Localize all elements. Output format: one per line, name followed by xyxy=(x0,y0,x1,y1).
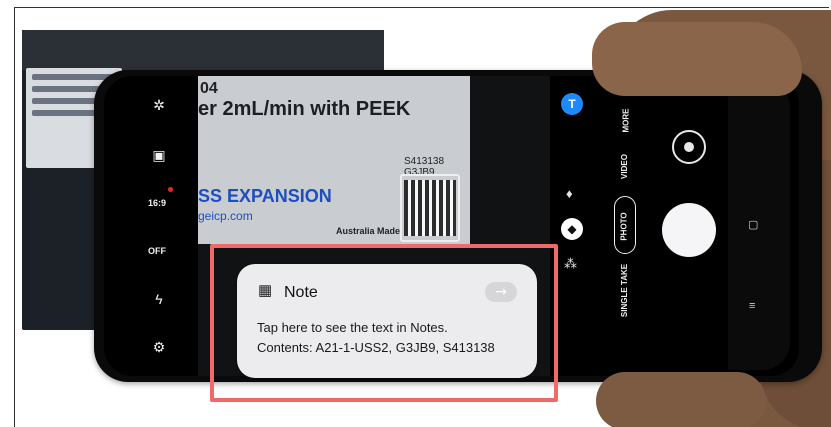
home-icon[interactable]: ▢ xyxy=(748,218,758,231)
shutter-button[interactable] xyxy=(662,203,716,257)
document-company: SS EXPANSION xyxy=(198,186,332,206)
filter-multi-icon[interactable]: ⁂ xyxy=(564,256,577,272)
settings-gear-icon[interactable]: ⚙ xyxy=(146,334,172,360)
thumb xyxy=(592,22,802,96)
aspect-ratio-label: 16:9 xyxy=(147,198,166,208)
document-tag: 04 xyxy=(200,80,218,97)
qr-detection-frame xyxy=(400,174,460,242)
finger xyxy=(596,372,766,427)
mode-single-take[interactable]: SINGLE TAKE xyxy=(620,264,629,317)
document-made: Australia Made xyxy=(336,226,401,236)
highlight-annotation xyxy=(210,244,558,402)
timer-button[interactable]: OFF xyxy=(144,238,170,264)
photo: 04 er 2mL/min with PEEK SS EXPANSION gei… xyxy=(0,0,831,427)
background-box-lid xyxy=(22,30,384,70)
text-scan-badge[interactable]: T xyxy=(561,93,583,115)
filter-selected-icon[interactable]: ◆ xyxy=(561,218,583,240)
scanned-document: 04 er 2mL/min with PEEK SS EXPANSION gei… xyxy=(198,76,470,244)
recording-indicator-icon xyxy=(168,187,173,192)
document-code: S413138 xyxy=(404,156,445,167)
document-website: geicp.com xyxy=(198,209,253,223)
switch-camera-icon xyxy=(684,142,694,152)
frame-border-top xyxy=(14,7,829,8)
motion-photo-icon[interactable]: ▣ xyxy=(146,142,172,168)
mode-photo[interactable]: PHOTO xyxy=(620,212,629,240)
recents-icon[interactable]: ≡ xyxy=(749,300,755,312)
mode-more[interactable]: MORE xyxy=(622,109,631,133)
document-heading: er 2mL/min with PEEK xyxy=(198,98,411,120)
filter-drop-icon[interactable]: ♦ xyxy=(566,186,573,201)
navigation-strip xyxy=(728,80,790,370)
aspect-ratio-button[interactable]: 16:9 xyxy=(144,190,170,216)
flash-off-icon[interactable]: ϟ xyxy=(146,286,172,312)
timer-label: OFF xyxy=(148,246,166,256)
sparkle-icon[interactable]: ✲ xyxy=(146,92,172,118)
frame-border-left xyxy=(14,7,15,427)
mode-video[interactable]: VIDEO xyxy=(620,154,629,179)
